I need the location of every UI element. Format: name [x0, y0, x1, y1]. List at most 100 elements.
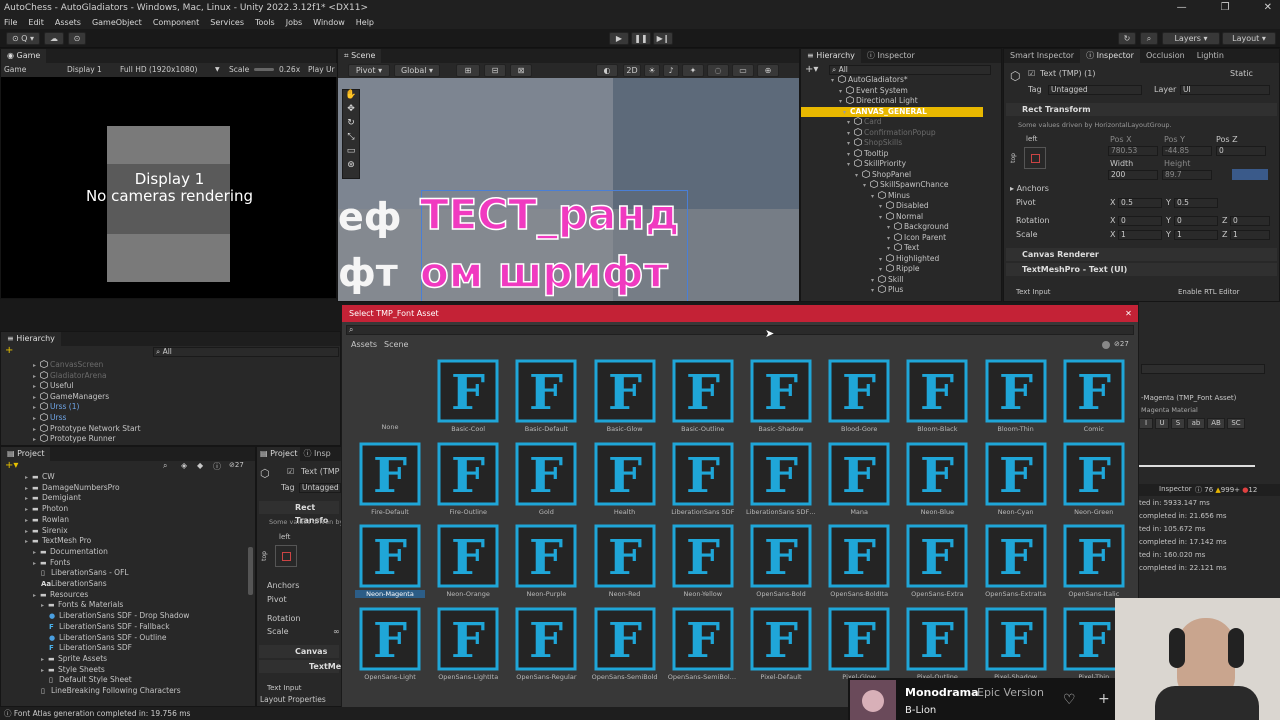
lighting-icon[interactable]: ☀	[644, 64, 660, 77]
picker-tab-assets[interactable]: Assets	[351, 340, 377, 349]
font-asset-value[interactable]: -Magenta (TMP_Font Asset)	[1141, 394, 1236, 402]
hierarchy-item[interactable]: ▾ Minus	[801, 191, 1001, 202]
font-style-button[interactable]: SC	[1227, 418, 1245, 429]
project-item[interactable]: ▯ LineBreaking Following Characters	[1, 686, 249, 697]
anchor-preset-button[interactable]	[1024, 147, 1046, 169]
layout-dropdown[interactable]: Layout ▾	[1222, 32, 1276, 45]
tab-project-mini[interactable]: ▤ Project	[257, 447, 301, 461]
expand-arrow-icon[interactable]: ▸	[33, 435, 40, 446]
console-line[interactable]: ted in: 5933.147 ms	[1139, 498, 1280, 509]
hierarchy-item[interactable]: ▾ Ripple	[801, 264, 1001, 275]
add-object-icon[interactable]: +	[5, 345, 13, 356]
scale-tool-icon[interactable]: ⤡	[343, 132, 359, 146]
rotation-y-field[interactable]: 0	[1174, 216, 1218, 226]
layout-properties-tab[interactable]: Layout Properties	[260, 695, 326, 704]
add-icon[interactable]: +	[1098, 691, 1110, 707]
tab-smart-inspector[interactable]: Smart Inspector	[1004, 49, 1080, 63]
project-item[interactable]: F LiberationSans SDF - Fallback	[1, 622, 249, 633]
scene-text-left-line1[interactable]: еф	[338, 195, 401, 239]
effects-icon[interactable]: ✦	[682, 64, 704, 77]
font-item[interactable]: F Neon-Green	[1059, 442, 1129, 516]
account-dropdown[interactable]: ⊙ Q ▾	[6, 32, 40, 45]
object-name-field[interactable]: Text (TMP) (1)	[1040, 69, 1095, 78]
console-line[interactable]: completed in: 22.121 ms	[1139, 563, 1280, 574]
font-item[interactable]: F Health	[590, 442, 660, 516]
posz-field[interactable]: 0	[1216, 146, 1266, 156]
hierarchy-item[interactable]: ▾ Directional Light	[801, 96, 1001, 107]
tab-insp-mini[interactable]: ⓘ Insp	[300, 447, 333, 461]
menu-file[interactable]: File	[4, 16, 17, 29]
hierarchy-item[interactable]: ▾ Text	[801, 243, 1001, 254]
menu-component[interactable]: Component	[153, 16, 199, 29]
project-item[interactable]: ▸ ▬ Sirenix	[1, 526, 249, 537]
mini-object-name[interactable]: Text (TMP	[301, 467, 339, 476]
hierarchy-left-item[interactable]: ▸ GameManagers	[1, 392, 337, 403]
console-line[interactable]: completed in: 21.656 ms	[1139, 511, 1280, 522]
increment-snap-icon[interactable]: ⊠	[510, 64, 532, 77]
rtl-toggle[interactable]: Enable RTL Editor	[1178, 288, 1240, 296]
tab-hierarchy[interactable]: ≡ Hierarchy	[801, 49, 861, 63]
project-item[interactable]: ● LiberationSans SDF - Drop Shadow	[1, 611, 249, 622]
font-item[interactable]: F OpenSans-Light	[355, 607, 425, 681]
global-dropdown[interactable]: Global ▾	[394, 64, 440, 77]
hierarchy-item[interactable]: ▾ AutoGladiators*	[801, 75, 1001, 86]
font-item[interactable]: F Pixel-Shadow	[981, 607, 1051, 681]
font-style-button[interactable]: S	[1171, 418, 1185, 429]
menu-tools[interactable]: Tools	[255, 16, 275, 29]
font-item[interactable]: F Neon-Blue	[902, 442, 972, 516]
font-item[interactable]: F Fire-Outline	[433, 442, 503, 516]
console-tab[interactable]: Inspector	[1159, 485, 1192, 493]
font-item[interactable]: F Gold	[511, 442, 581, 516]
rotate-tool-icon[interactable]: ↻	[343, 118, 359, 132]
mini-canvas-header[interactable]: Canvas Rend	[259, 645, 339, 669]
scene-text-left-line2[interactable]: фт	[338, 251, 398, 295]
maximize-icon[interactable]: ❐	[1221, 0, 1230, 16]
mini-anchors[interactable]: Anchors	[267, 581, 299, 590]
posy-field[interactable]: -44.85	[1162, 146, 1212, 156]
hierarchy-item[interactable]: ▾ ShopSkills	[801, 138, 1001, 149]
gizmos-icon[interactable]: ⊕	[757, 64, 779, 77]
font-item[interactable]: F Mana	[824, 442, 894, 516]
font-item[interactable]: F Comic	[1059, 359, 1129, 433]
filter-label-icon[interactable]: ◆	[197, 461, 203, 470]
font-item[interactable]: F Pixel-Outline	[902, 607, 972, 681]
hierarchy-left-item[interactable]: ▸ Urss	[1, 413, 337, 424]
font-item[interactable]: F Neon-Yellow	[668, 524, 738, 598]
cloud-icon[interactable]: ☁	[44, 32, 64, 45]
project-item[interactable]: F LiberationSans SDF	[1, 643, 249, 654]
project-item[interactable]: ▸ ▬ Fonts & Materials	[1, 600, 249, 611]
font-item[interactable]: F Basic-Cool	[433, 359, 503, 433]
anchors-foldout[interactable]: ▸ Anchors	[1010, 184, 1049, 193]
font-item[interactable]: F OpenSans-Extra	[902, 524, 972, 598]
hierarchy-item[interactable]: ▾ Icon Parent	[801, 233, 1001, 244]
heart-icon[interactable]: ♡	[1063, 692, 1076, 708]
height-field[interactable]: 89.7	[1162, 170, 1212, 180]
hierarchy-item[interactable]: ▾ Event System	[801, 86, 1001, 97]
create-asset-icon[interactable]: +▾	[5, 460, 18, 471]
hierarchy-item[interactable]: ▾ Tooltip	[801, 149, 1001, 160]
tab-lighting[interactable]: Lightin	[1191, 49, 1230, 63]
width-field[interactable]: 200	[1108, 170, 1158, 180]
scale-x-field[interactable]: 1	[1118, 230, 1162, 240]
font-item[interactable]: F Basic-Default	[511, 359, 581, 433]
posx-field[interactable]: 780.53	[1108, 146, 1158, 156]
audio-icon[interactable]: ♪	[663, 64, 679, 77]
mini-active-checkbox[interactable]: ☑	[287, 467, 294, 476]
expand-arrow-icon[interactable]: ▾	[871, 286, 878, 297]
hierarchy-item[interactable]: ▾ Disabled	[801, 201, 1001, 212]
tab-inspector-right[interactable]: ⓘ Inspector	[1080, 49, 1140, 63]
font-item[interactable]: F LiberationSans SDF - Fallback	[746, 442, 816, 516]
project-item[interactable]: ▸ ▬ Fonts	[1, 558, 249, 569]
font-item[interactable]: F OpenSans-BoldIta	[824, 524, 894, 598]
font-item[interactable]: F Basic-Outline	[668, 359, 738, 433]
mini-tmp-header[interactable]: TextMeshPr	[259, 660, 361, 673]
font-item-none[interactable]: None	[355, 359, 425, 431]
hierarchy-item[interactable]: ▾ ShopPanel	[801, 170, 1001, 181]
search-icon[interactable]: ⌕	[163, 461, 167, 471]
hierarchy-left-item[interactable]: ▸ Urss (1)	[1, 402, 337, 413]
font-item[interactable]: F OpenSans-LightIta	[433, 607, 503, 681]
project-item[interactable]: ▸ ▬ Photon	[1, 504, 249, 515]
hierarchy-left-item[interactable]: ▸ GladiatorArena	[1, 371, 337, 382]
canvas-renderer-header[interactable]: Canvas Renderer	[1006, 248, 1277, 261]
hierarchy-item[interactable]: ▾ Skill	[801, 275, 1001, 286]
